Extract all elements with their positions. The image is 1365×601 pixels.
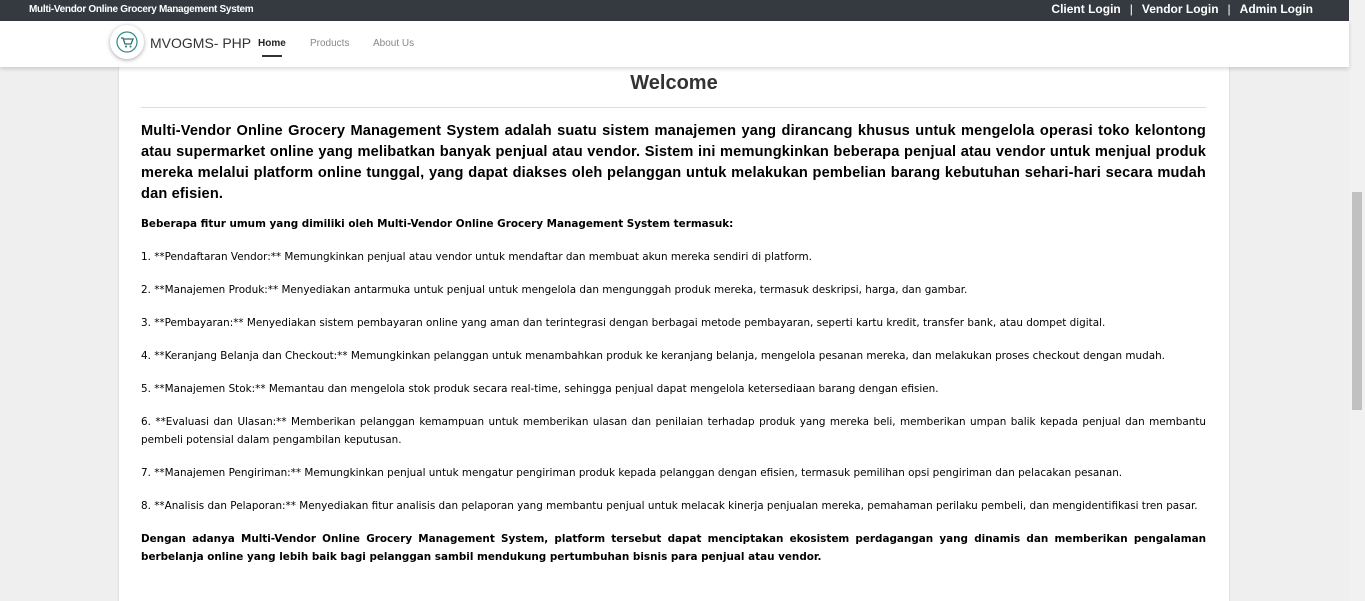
welcome-content: Multi-Vendor Online Grocery Management S… — [141, 121, 1206, 581]
closing-paragraph: Dengan adanya Multi-Vendor Online Grocer… — [141, 533, 1206, 563]
separator: | — [1227, 2, 1231, 16]
system-title: Multi-Vendor Online Grocery Management S… — [29, 4, 254, 15]
navbar: MVOGMS- PHP Home Products About Us — [0, 21, 1349, 67]
feature-item: 1. **Pendaftaran Vendor:** Memungkinkan … — [141, 251, 812, 263]
nav-link-home[interactable]: Home — [258, 38, 286, 57]
nav-link-products[interactable]: Products — [310, 38, 349, 49]
welcome-card: Welcome Multi-Vendor Online Grocery Mana… — [119, 60, 1229, 601]
feature-item: 4. **Keranjang Belanja dan Checkout:** M… — [141, 350, 1165, 362]
nav-link-about-us[interactable]: About Us — [373, 38, 414, 49]
separator: | — [1129, 2, 1133, 16]
vendor-login-link[interactable]: Vendor Login — [1142, 2, 1219, 16]
client-login-link[interactable]: Client Login — [1051, 2, 1120, 16]
features-heading: Beberapa fitur umum yang dimiliki oleh M… — [141, 218, 734, 230]
login-links: Client Login | Vendor Login | Admin Logi… — [1051, 2, 1313, 16]
admin-login-link[interactable]: Admin Login — [1240, 2, 1313, 16]
scrollbar-thumb[interactable] — [1352, 192, 1362, 410]
feature-item: 2. **Manajemen Produk:** Menyediakan ant… — [141, 284, 968, 296]
brand-name[interactable]: MVOGMS- PHP — [150, 35, 251, 51]
top-bar: Multi-Vendor Online Grocery Management S… — [0, 0, 1349, 21]
divider — [141, 107, 1206, 108]
feature-item: 7. **Manajemen Pengiriman:** Memungkinka… — [141, 467, 1123, 479]
feature-item: 8. **Analisis dan Pelaporan:** Menyediak… — [141, 500, 1198, 512]
page-scrollbar[interactable] — [1349, 0, 1365, 601]
feature-item: 5. **Manajemen Stok:** Memantau dan meng… — [141, 383, 939, 395]
intro-paragraph: Multi-Vendor Online Grocery Management S… — [141, 123, 1206, 202]
feature-item: 3. **Pembayaran:** Menyediakan sistem pe… — [141, 317, 1106, 329]
shopping-cart-logo-icon[interactable] — [110, 25, 144, 59]
page-title: Welcome — [630, 72, 718, 94]
feature-item: 6. **Evaluasi dan Ulasan:** Memberikan p… — [141, 416, 1206, 446]
